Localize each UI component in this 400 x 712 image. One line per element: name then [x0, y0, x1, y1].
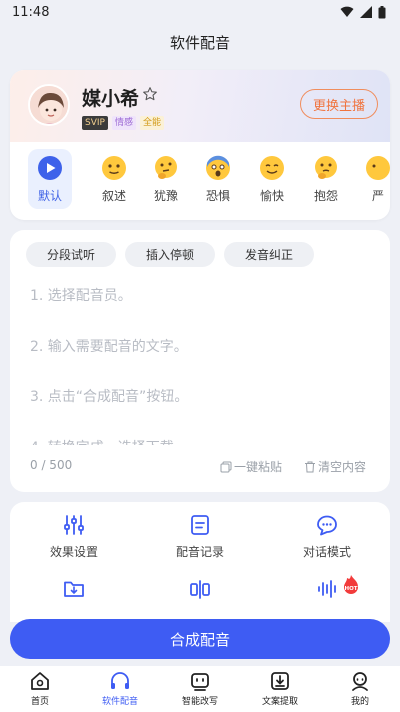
neutral-face-icon: [102, 156, 126, 180]
voice-clone-button[interactable]: HOT: [277, 575, 377, 600]
tool-label: 效果设置: [49, 545, 98, 559]
emotion-label: 愉快: [259, 189, 284, 203]
nav-home[interactable]: 首页: [0, 670, 80, 707]
synthesize-button[interactable]: 合成配音: [10, 619, 390, 659]
split-audio-icon: [190, 580, 210, 599]
home-icon: [31, 672, 49, 690]
nav-label: 我的: [350, 697, 369, 707]
user-icon: [352, 672, 368, 691]
tools-card: 效果设置 配音记录 对话模式 HOT: [10, 502, 390, 622]
emotion-happy[interactable]: 愉快: [250, 149, 294, 209]
text-input[interactable]: 1. 选择配音员。 2. 输入需要配音的文字。 3. 点击“合成配音”按钮。 4…: [30, 285, 380, 445]
chat-icon: [317, 515, 337, 536]
split-audio-button[interactable]: [150, 578, 250, 600]
emotion-label: 叙述: [101, 189, 126, 203]
emotion-selector: 默认 叙述 犹豫 恐惧 愉快 抱怨 严: [28, 149, 390, 213]
play-circle-icon: [38, 156, 62, 180]
page-title: 软件配音: [169, 33, 230, 52]
favorite-star-icon[interactable]: [142, 86, 158, 102]
nav-profile[interactable]: 我的: [320, 670, 400, 707]
clear-button[interactable]: 清空内容: [304, 458, 366, 475]
paste-button[interactable]: 一键粘贴: [220, 458, 282, 475]
copy-icon: [220, 461, 232, 472]
wifi-icon: [340, 6, 354, 17]
speaker-header: 媒小希 SVIP 情感 全能 更换主播: [10, 70, 390, 142]
tool-label: 配音记录: [175, 545, 224, 559]
text-editor-card: 分段试听 插入停顿 发音纠正 1. 选择配音员。 2. 输入需要配音的文字。 3…: [10, 230, 390, 492]
emotion-default[interactable]: 默认: [28, 149, 72, 209]
import-file-button[interactable]: [24, 578, 124, 600]
emotion-label: 抱怨: [313, 189, 338, 203]
placeholder-step: 1. 选择配音员。: [30, 288, 132, 304]
tool-label: 对话模式: [302, 545, 351, 559]
editor-tools: 分段试听 插入停顿 发音纠正: [26, 242, 315, 267]
effect-settings-button[interactable]: 效果设置: [24, 514, 124, 560]
signal-icon: [360, 6, 372, 18]
placeholder-step: 4. 转换完成，选择下载: [30, 437, 174, 445]
stern-face-icon: [366, 156, 390, 180]
bottom-nav: 首页 软件配音 智能改写 文案提取 我的: [0, 666, 400, 712]
emotion-strict[interactable]: 严: [356, 149, 390, 209]
nav-label: 文案提取: [261, 697, 298, 707]
speaker-card: 媒小希 SVIP 情感 全能 更换主播 默认 叙述 犹豫 恐惧 愉快 抱怨 严: [10, 70, 390, 220]
insert-pause-button[interactable]: 插入停顿: [125, 242, 216, 267]
emotion-fear[interactable]: 恐惧: [196, 149, 240, 209]
emotion-label: 默认: [37, 189, 62, 203]
status-time: 11:48: [12, 4, 50, 20]
nav-label: 首页: [30, 697, 49, 707]
speaker-tags: SVIP 情感 全能: [82, 116, 164, 130]
download-icon: [271, 672, 289, 690]
folder-import-icon: [64, 581, 84, 597]
char-counter: 0 / 500: [30, 458, 73, 472]
scared-face-icon: [206, 155, 230, 180]
segment-preview-button[interactable]: 分段试听: [26, 242, 117, 267]
nav-dubbing[interactable]: 软件配音: [80, 670, 160, 707]
paste-label: 一键粘贴: [234, 460, 283, 474]
emotion-label: 恐惧: [205, 189, 230, 203]
thinking-face-icon: [155, 156, 177, 179]
document-icon: [191, 515, 209, 535]
trash-icon: [305, 461, 315, 472]
nav-label: 智能改写: [181, 697, 218, 707]
clear-label: 清空内容: [318, 460, 367, 474]
dubbing-history-button[interactable]: 配音记录: [150, 514, 250, 560]
hot-badge: HOT: [344, 575, 358, 594]
status-bar: 11:48: [0, 0, 400, 24]
versatile-tag: 全能: [139, 116, 164, 130]
thinking-face-icon: [315, 156, 337, 179]
battery-icon: [378, 5, 386, 18]
placeholder-step: 3. 点击“合成配音”按钮。: [30, 389, 189, 405]
emotion-complain[interactable]: 抱怨: [304, 149, 348, 209]
smiling-face-icon: [260, 156, 284, 180]
headphones-icon: [111, 672, 129, 689]
avatar[interactable]: [28, 84, 70, 126]
emotion-hesitate[interactable]: 犹豫: [144, 149, 188, 209]
nav-extract[interactable]: 文案提取: [240, 670, 320, 707]
status-icons: [340, 5, 386, 19]
nav-label: 软件配音: [101, 697, 138, 707]
emotion-tag: 情感: [111, 116, 136, 130]
hot-badge-text: HOT: [344, 586, 357, 592]
dialogue-mode-button[interactable]: 对话模式: [277, 514, 377, 560]
emotion-narrate[interactable]: 叙述: [92, 149, 136, 209]
placeholder-step: 2. 输入需要配音的文字。: [30, 339, 188, 355]
emotion-label: 严: [371, 189, 384, 203]
waveform-icon: [318, 580, 336, 598]
emotion-label: 犹豫: [153, 189, 178, 203]
pronunciation-fix-button[interactable]: 发音纠正: [224, 242, 315, 267]
sliders-icon: [64, 515, 84, 535]
nav-rewrite[interactable]: 智能改写: [160, 670, 240, 707]
svip-badge: SVIP: [82, 116, 108, 130]
robot-icon: [191, 673, 209, 691]
speaker-name: 媒小希: [82, 88, 140, 110]
change-speaker-button[interactable]: 更换主播: [300, 89, 378, 119]
